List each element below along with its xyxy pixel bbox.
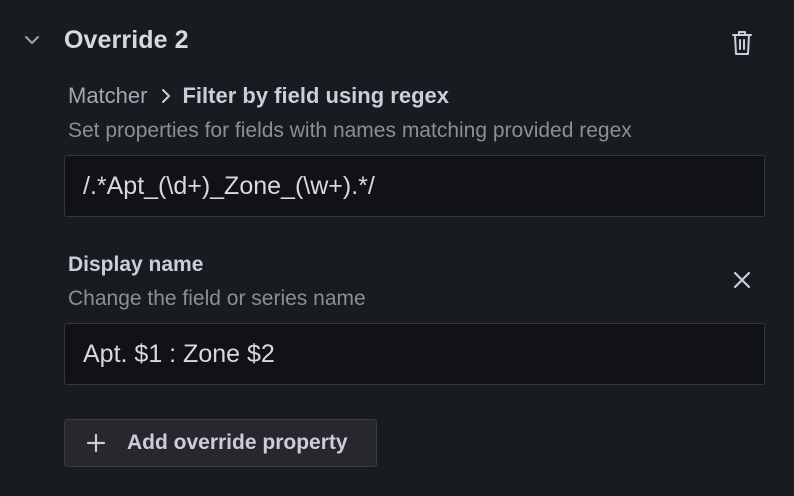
plus-icon <box>85 432 107 454</box>
add-override-property-button[interactable]: Add override property <box>64 419 377 467</box>
matcher-label: Matcher <box>68 83 148 108</box>
override-panel: Override 2 Matcher Filter by field using… <box>0 0 794 496</box>
override-title[interactable]: Override 2 <box>64 26 189 55</box>
add-override-property-label: Add override property <box>127 431 348 454</box>
regex-input[interactable]: /.*Apt_(\d+)_Zone_(\w+).*/ <box>64 155 765 217</box>
display-name-input[interactable]: Apt. $1 : Zone $2 <box>64 323 765 385</box>
matcher-breadcrumb: Matcher Filter by field using regex <box>68 83 449 109</box>
matcher-type: Filter by field using regex <box>182 83 449 108</box>
chevron-right-icon <box>153 84 179 108</box>
property-description: Change the field or series name <box>68 287 366 310</box>
matcher-description: Set properties for fields with names mat… <box>68 119 632 142</box>
property-title: Display name <box>68 253 204 276</box>
chevron-down-icon[interactable] <box>22 30 42 50</box>
trash-icon[interactable] <box>728 28 756 58</box>
close-icon[interactable] <box>728 266 756 294</box>
